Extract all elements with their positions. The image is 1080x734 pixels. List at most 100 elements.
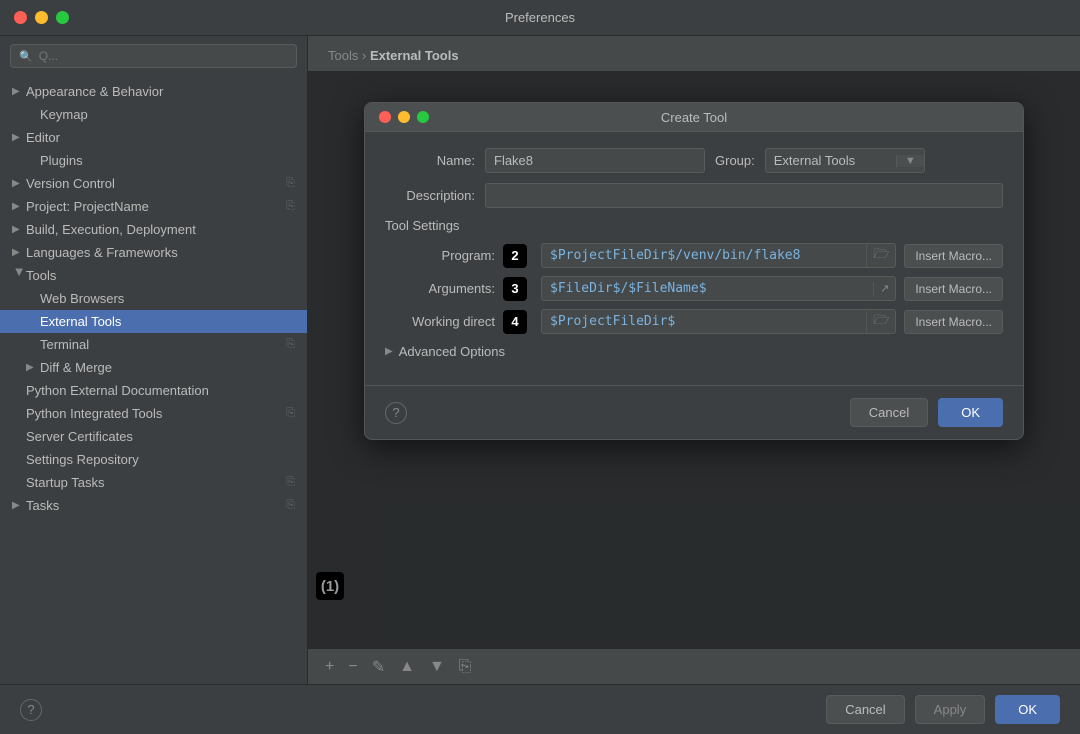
window-title: Preferences [505,10,575,25]
group-select-wrap[interactable]: External Tools ▼ [765,148,925,173]
arrow-icon: ▶ [12,224,26,235]
search-box[interactable]: 🔍 [10,44,297,68]
copy-icon: ⎘ [286,200,295,213]
sidebar-item-versioncontrol[interactable]: ▶Version Control⎘ [0,172,307,195]
arguments-insert-macro-button[interactable]: Insert Macro... [904,277,1003,301]
sidebar-item-label: Tasks [26,498,59,513]
program-label: Program: [385,248,495,263]
nav-tree: ▶Appearance & Behavior Keymap ▶EditorPlugi… [0,76,307,684]
breadcrumb-tools[interactable]: Tools [328,48,358,63]
sidebar-item-terminal[interactable]: Terminal⎘ [0,333,307,356]
cancel-button[interactable]: Cancel [826,695,904,724]
sidebar-item-label: Python Integrated Tools [26,406,162,421]
add-tool-button[interactable]: + [320,656,339,678]
arguments-browse-icon[interactable]: ↗ [873,282,895,295]
sidebar-item-tools[interactable]: ▶Tools [0,264,307,287]
modal-ok-button[interactable]: OK [938,398,1003,427]
breadcrumb: Tools › External Tools [308,36,1080,72]
program-input-wrap: 🗁 [541,243,896,268]
sidebar-item-settingsrepo[interactable]: Settings Repository [0,448,307,471]
content-area: Tools › External Tools Create Tool [308,36,1080,684]
working-dir-input-wrap: 🗁 [541,309,896,334]
sidebar-item-label: Project: ProjectName [26,199,149,214]
modal-minimize-button[interactable] [398,111,410,123]
sidebar-item-languages[interactable]: ▶Languages & Frameworks [0,241,307,264]
sidebar-item-tasks[interactable]: ▶Tasks⎘ [0,494,307,517]
sidebar-item-label: Keymap [40,107,88,122]
description-row: Description: [385,183,1003,208]
sidebar-item-keymap[interactable]: Keymap [0,103,307,126]
sidebar-item-label: Startup Tasks [26,475,105,490]
sidebar-item-webbrowsers[interactable]: Web Browsers [0,287,307,310]
group-dropdown-arrow[interactable]: ▼ [896,155,924,167]
arrow-icon: ▶ [12,201,26,212]
program-badge: 2 [503,244,527,268]
apply-button[interactable]: Apply [915,695,986,724]
arguments-input[interactable] [542,277,873,300]
working-dir-label: Working direct [385,314,495,329]
working-dir-folder-icon[interactable]: 🗁 [866,311,895,333]
program-input[interactable] [542,244,866,267]
arguments-input-wrap: ↗ [541,276,896,301]
sidebar-item-startuptasks[interactable]: Startup Tasks⎘ [0,471,307,494]
maximize-button[interactable] [56,11,69,24]
name-label: Name: [385,153,475,168]
name-input[interactable] [485,148,705,173]
arrow-icon: ▶ [12,247,26,258]
modal-cancel-button[interactable]: Cancel [850,398,928,427]
arguments-badge: 3 [503,277,527,301]
minimize-button[interactable] [35,11,48,24]
bottom-actions: Cancel Apply OK [826,695,1060,724]
close-button[interactable] [14,11,27,24]
copy-icon: ⎘ [286,499,295,512]
sidebar-item-plugins[interactable]: Plugins [0,149,307,172]
sidebar-item-servercerts[interactable]: Server Certificates [0,425,307,448]
modal-help-button[interactable]: ? [385,402,407,424]
sidebar-item-label: Tools [26,268,56,283]
advanced-arrow-icon: ▶ [385,346,393,357]
sidebar-item-project[interactable]: ▶Project: ProjectName ⎘ [0,195,307,218]
sidebar-item-diffmerge[interactable]: ▶Diff & Merge [0,356,307,379]
group-select[interactable]: External Tools [766,149,896,172]
sidebar-item-editor[interactable]: ▶Editor [0,126,307,149]
description-input[interactable] [485,183,1003,208]
description-label: Description: [385,188,475,203]
program-insert-macro-button[interactable]: Insert Macro... [904,244,1003,268]
modal-body: Name: Group: External Tools ▼ [365,132,1023,385]
breadcrumb-current: External Tools [370,48,459,63]
breadcrumb-separator: › [362,48,370,63]
move-down-button[interactable]: ▼ [424,656,450,678]
working-dir-insert-macro-button[interactable]: Insert Macro... [904,310,1003,334]
advanced-options-toggle[interactable]: ▶ Advanced Options [385,344,1003,359]
working-dir-badge: 4 [503,310,527,334]
modal-footer: ? Cancel OK [365,385,1023,439]
help-button[interactable]: ? [20,699,42,721]
move-up-button[interactable]: ▲ [394,656,420,678]
sidebar-item-appearance[interactable]: ▶Appearance & Behavior [0,80,307,103]
remove-tool-button[interactable]: − [343,656,362,678]
sidebar-item-label: Web Browsers [40,291,124,306]
sidebar-item-externaltools[interactable]: External Tools [0,310,307,333]
program-folder-icon[interactable]: 🗁 [866,245,895,267]
search-input[interactable] [39,49,288,63]
search-icon: 🔍 [19,50,33,63]
modal-title: Create Tool [365,110,1023,125]
modal-maximize-button[interactable] [417,111,429,123]
edit-tool-button[interactable]: ✎ [367,655,390,679]
sidebar: 🔍 ▶Appearance & Behavior Keymap ▶EditorPlu… [0,36,308,684]
working-dir-input[interactable] [542,310,866,333]
arrow-icon: ▶ [26,362,40,373]
arrow-icon: ▶ [14,269,25,283]
copy-icon: ⎘ [286,407,295,420]
sidebar-item-pythonextdoc[interactable]: Python External Documentation [0,379,307,402]
sidebar-item-label: Diff & Merge [40,360,112,375]
sidebar-item-build[interactable]: ▶Build, Execution, Deployment [0,218,307,241]
toolbar-strip: + − ✎ ▲ ▼ ⎘ [308,648,1080,684]
copy-icon: ⎘ [286,177,295,190]
sidebar-item-label: Settings Repository [26,452,139,467]
copy-tool-button[interactable]: ⎘ [454,656,477,678]
sidebar-item-pythontools[interactable]: Python Integrated Tools ⎘ [0,402,307,425]
modal-close-button[interactable] [379,111,391,123]
ok-button[interactable]: OK [995,695,1060,724]
advanced-options-label: Advanced Options [399,344,505,359]
